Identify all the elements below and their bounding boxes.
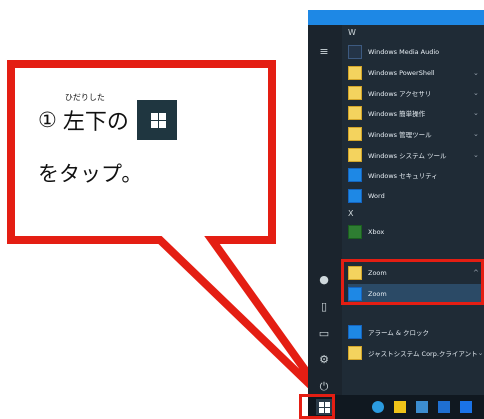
app-windows-security[interactable]: Windows セキュリティ <box>348 165 483 185</box>
left-bottom-kanji: 左下 <box>62 110 107 135</box>
word-icon <box>348 189 362 203</box>
app-label: Windows アクセサリ <box>368 90 432 98</box>
app-xbox[interactable]: Xbox <box>348 222 483 242</box>
file-explorer-icon[interactable] <box>394 401 406 413</box>
app-label: Windows システム ツール <box>368 152 447 160</box>
chevron-down-icon[interactable]: ⌄ <box>478 349 484 357</box>
app-label: Windows 管理ツール <box>368 131 432 139</box>
section-letter-w: W <box>348 28 356 37</box>
chevron-down-icon[interactable]: ⌄ <box>473 109 483 117</box>
app-label: Xbox <box>368 228 385 236</box>
app-label: Windows セキュリティ <box>368 172 438 180</box>
folder-icon <box>348 86 362 100</box>
app-word[interactable]: Word <box>348 186 483 206</box>
app-label: Windows 簡単操作 <box>368 110 426 118</box>
folder-windows-accessories[interactable]: Windows アクセサリ ⌄ <box>348 83 483 103</box>
power-icon[interactable]: ⏻ <box>317 380 331 394</box>
folder-windows-admin-tools[interactable]: Windows 管理ツール ⌄ <box>348 124 483 144</box>
folder-justsystem[interactable]: ジャストシステム Corp.クライアント ⌄ <box>348 343 484 363</box>
store-icon[interactable] <box>416 401 428 413</box>
shield-icon <box>348 168 362 182</box>
folder-icon <box>348 106 362 120</box>
edge-browser-icon[interactable] <box>372 401 384 413</box>
windows-logo-icon <box>136 100 177 140</box>
app-label: アラーム & クロック <box>368 329 430 337</box>
clock-icon <box>348 325 362 339</box>
folder-icon <box>348 346 362 360</box>
folder-icon <box>348 66 362 80</box>
app-windows-media[interactable]: Windows Media Audio <box>348 42 483 62</box>
folder-windows-powershell[interactable]: Windows PowerShell ⌄ <box>348 63 483 83</box>
folder-icon <box>348 148 362 162</box>
mail-icon[interactable] <box>438 401 450 413</box>
folder-windows-ease-of-access[interactable]: Windows 簡単操作 ⌄ <box>348 103 483 123</box>
app-label: Word <box>368 192 385 200</box>
app-alarms-clock[interactable]: アラーム & クロック <box>348 322 483 342</box>
left-bottom-word: ひだりした 左下 <box>62 93 107 136</box>
chevron-down-icon[interactable]: ⌄ <box>473 130 483 138</box>
documents-icon[interactable]: ▯ <box>317 300 331 314</box>
pictures-icon[interactable]: ▭ <box>317 327 331 341</box>
start-menu-rail: ≡ ● ▯ ▭ ⚙ ⏻ <box>308 25 342 397</box>
chevron-down-icon[interactable]: ⌄ <box>473 151 483 159</box>
app-label: Windows PowerShell <box>368 69 435 77</box>
start-menu-top-bar <box>308 10 484 25</box>
step-number: ① <box>38 108 57 132</box>
particle-no: の <box>106 110 129 135</box>
folder-windows-system-tools[interactable]: Windows システム ツール ⌄ <box>348 145 483 165</box>
zoom-taskbar-icon[interactable] <box>460 401 472 413</box>
start-button-highlight-box <box>299 394 335 419</box>
ruby-reading: ひだりした <box>64 93 105 102</box>
zoom-highlight-box <box>341 259 484 305</box>
app-label: Windows Media Audio <box>368 48 440 56</box>
user-avatar-icon[interactable]: ● <box>317 273 331 287</box>
callout-text: ① ひだりした 左下 の をタップ。 <box>38 93 238 188</box>
app-label: ジャストシステム Corp.クライアント <box>368 350 478 358</box>
media-icon <box>348 45 362 59</box>
tap-instruction: をタップ。 <box>38 162 143 186</box>
start-menu: ≡ ● ▯ ▭ ⚙ ⏻ W Windows Media Audio Window… <box>308 10 484 419</box>
xbox-icon <box>348 225 362 239</box>
chevron-down-icon[interactable]: ⌄ <box>473 89 483 97</box>
section-letter-x: X <box>348 209 354 218</box>
settings-gear-icon[interactable]: ⚙ <box>317 353 331 367</box>
chevron-down-icon[interactable]: ⌄ <box>473 69 483 77</box>
folder-icon <box>348 127 362 141</box>
hamburger-icon[interactable]: ≡ <box>317 45 331 59</box>
